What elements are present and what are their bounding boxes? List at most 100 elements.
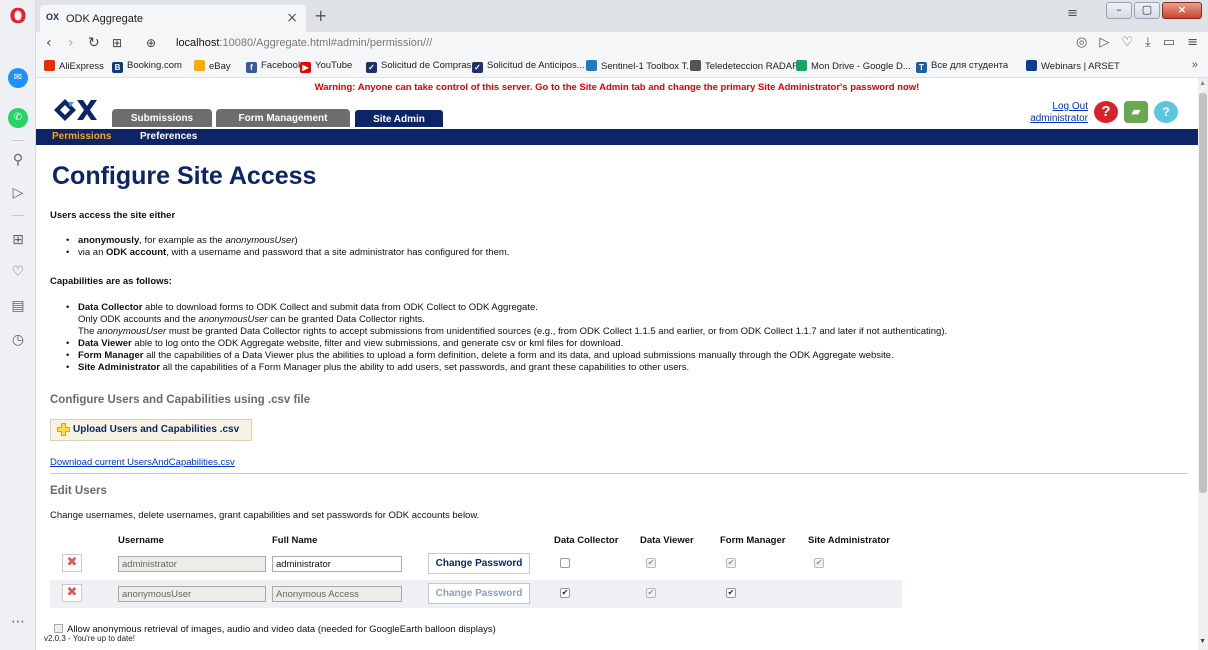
- full-name-field[interactable]: [272, 586, 402, 602]
- battery-icon[interactable]: ▭: [1163, 35, 1175, 50]
- data-collector-checkbox[interactable]: [560, 558, 570, 568]
- more-icon[interactable]: ⋯: [8, 612, 28, 632]
- bookmark-label: Mon Drive - Google D...: [811, 61, 911, 72]
- odk-logo-icon: [54, 99, 97, 121]
- opera-menu-icon[interactable]: O: [8, 6, 28, 26]
- bookmark-label: Booking.com: [127, 60, 182, 71]
- favorite-icon[interactable]: ♡: [1121, 35, 1133, 50]
- subtab-preferences[interactable]: Preferences: [140, 131, 197, 142]
- history-icon[interactable]: ◷: [8, 330, 28, 350]
- tab-strip: OX ODK Aggregate × + ≡ – ▢ ×: [36, 0, 1208, 32]
- tab-form-management[interactable]: Form Management: [216, 109, 350, 127]
- chat-help-icon[interactable]: ?: [1154, 101, 1178, 123]
- bookmark-item[interactable]: f Facebook: [246, 60, 303, 73]
- speed-dial-icon[interactable]: ⊞: [112, 35, 122, 51]
- tab-close-icon[interactable]: ×: [286, 10, 298, 26]
- delete-user-icon[interactable]: ✖: [62, 584, 82, 602]
- username-field[interactable]: [118, 556, 266, 572]
- nasa-icon: [1026, 60, 1037, 71]
- bookmark-item[interactable]: ✓ Solicitud de Anticipos...: [472, 60, 585, 73]
- tab-site-admin[interactable]: Site Admin: [354, 109, 444, 127]
- bookmark-label: Solicitud de Anticipos...: [487, 60, 585, 71]
- page-title: Configure Site Access: [52, 162, 317, 190]
- easy-setup-icon[interactable]: ≡: [1187, 35, 1198, 50]
- send-icon[interactable]: ▷: [8, 183, 28, 203]
- change-password-button[interactable]: Change Password: [428, 553, 530, 574]
- subtab-permissions[interactable]: Permissions: [52, 131, 111, 142]
- username-field[interactable]: [118, 586, 266, 602]
- address-actions: ◎ ▷ ♡ ⤓ ▭ ≡: [1076, 35, 1198, 50]
- data-viewer-checkbox: ✔: [646, 588, 656, 598]
- plus-icon: [57, 423, 70, 436]
- sentinel-icon: [586, 60, 597, 71]
- url-field[interactable]: localhost:10080/Aggregate.html#admin/per…: [176, 37, 432, 49]
- bookmark-label: Teledeteccion RADAR...: [705, 61, 807, 72]
- doc-icon: [690, 60, 701, 71]
- bookmark-item[interactable]: AliExpress: [44, 60, 104, 72]
- scroll-down-icon[interactable]: ▼: [1199, 638, 1206, 645]
- bookmark-label: eBay: [209, 61, 231, 72]
- download-icon[interactable]: ⤓: [1145, 35, 1151, 50]
- bookmark-label: AliExpress: [59, 61, 104, 72]
- column-header: Data Viewer: [640, 535, 694, 546]
- bookmark-item[interactable]: ▶ YouTube: [300, 60, 352, 73]
- messenger-icon[interactable]: ✉: [8, 68, 28, 88]
- new-tab-icon[interactable]: +: [314, 6, 327, 25]
- scrollbar-thumb[interactable]: [1199, 93, 1207, 493]
- current-user-link[interactable]: administrator: [1030, 113, 1088, 125]
- upload-csv-label: Upload Users and Capabilities .csv: [73, 424, 240, 435]
- full-name-field[interactable]: [272, 556, 402, 572]
- bookmark-item[interactable]: B Booking.com: [112, 60, 182, 73]
- speed-dial-icon[interactable]: ⊞: [8, 230, 28, 250]
- logout-block: Log Out administrator: [1030, 101, 1088, 125]
- list-item: Data Collector able to download forms to…: [66, 302, 947, 314]
- minimize-icon[interactable]: –: [1106, 2, 1132, 19]
- forward-icon[interactable]: ›: [68, 35, 74, 51]
- list-item: via an ODK account, with a username and …: [66, 247, 509, 259]
- bookmark-item[interactable]: Sentinel-1 Toolbox T...: [586, 60, 694, 72]
- heart-icon[interactable]: ♡: [8, 262, 28, 282]
- window-controls: – ▢ ×: [1106, 2, 1202, 20]
- bookmark-label: YouTube: [315, 60, 353, 71]
- bookmark-item[interactable]: Mon Drive - Google D...: [796, 60, 911, 72]
- news-icon[interactable]: ▤: [8, 296, 28, 316]
- search-icon[interactable]: ⚲: [8, 150, 28, 170]
- site-info-icon[interactable]: ⊕: [146, 35, 156, 51]
- edit-users-heading: Edit Users: [50, 485, 107, 497]
- bookmarks-more-icon[interactable]: »: [1192, 59, 1198, 71]
- access-list: anonymously, for example as the anonymou…: [66, 235, 509, 259]
- bookmarks-bar: AliExpress B Booking.com eBay f Facebook ▶ YouT…: [36, 54, 1208, 78]
- tab-submissions[interactable]: Submissions: [112, 109, 212, 127]
- upload-csv-button[interactable]: Upload Users and Capabilities .csv: [50, 419, 252, 441]
- form-manager-checkbox: ✔: [726, 558, 736, 568]
- form-icon: ✓: [366, 62, 377, 73]
- change-password-button[interactable]: Change Password: [428, 583, 530, 604]
- form-manager-checkbox[interactable]: ✔: [726, 588, 736, 598]
- book-icon[interactable]: ▰: [1124, 101, 1148, 123]
- bookmark-label: Solicitud de Compras...: [381, 60, 480, 71]
- bookmark-item[interactable]: Teledeteccion RADAR...: [690, 60, 807, 72]
- download-csv-link[interactable]: Download current UsersAndCapabilities.cs…: [50, 457, 235, 468]
- whatsapp-icon[interactable]: ✆: [8, 108, 28, 128]
- close-window-icon[interactable]: ×: [1162, 2, 1202, 19]
- flow-icon[interactable]: ▷: [1099, 35, 1109, 50]
- bookmark-item[interactable]: eBay: [194, 60, 231, 72]
- back-icon[interactable]: ‹: [46, 35, 52, 51]
- capabilities-intro: Capabilities are as follows:: [50, 276, 172, 287]
- table-row: ✖ Change Password ✔ ✔ ✔: [50, 580, 902, 608]
- reload-icon[interactable]: ↻: [88, 35, 100, 51]
- scroll-up-icon[interactable]: ▲: [1199, 80, 1206, 87]
- bookmark-label: Webinars | ARSET: [1041, 61, 1120, 72]
- anonymous-retrieval-checkbox[interactable]: [54, 624, 63, 633]
- snapshot-icon[interactable]: ◎: [1076, 35, 1087, 50]
- browser-tab[interactable]: OX ODK Aggregate ×: [40, 5, 306, 32]
- logout-link[interactable]: Log Out: [1030, 101, 1088, 113]
- data-collector-checkbox[interactable]: ✔: [560, 588, 570, 598]
- bookmark-item[interactable]: T Все для студента: [916, 60, 1008, 73]
- delete-user-icon[interactable]: ✖: [62, 554, 82, 572]
- maximize-icon[interactable]: ▢: [1134, 2, 1160, 19]
- tab-menu-icon[interactable]: ≡: [1067, 6, 1078, 21]
- bookmark-item[interactable]: ✓ Solicitud de Compras...: [366, 60, 479, 73]
- help-icon[interactable]: ?: [1094, 101, 1118, 123]
- bookmark-item[interactable]: Webinars | ARSET: [1026, 60, 1120, 72]
